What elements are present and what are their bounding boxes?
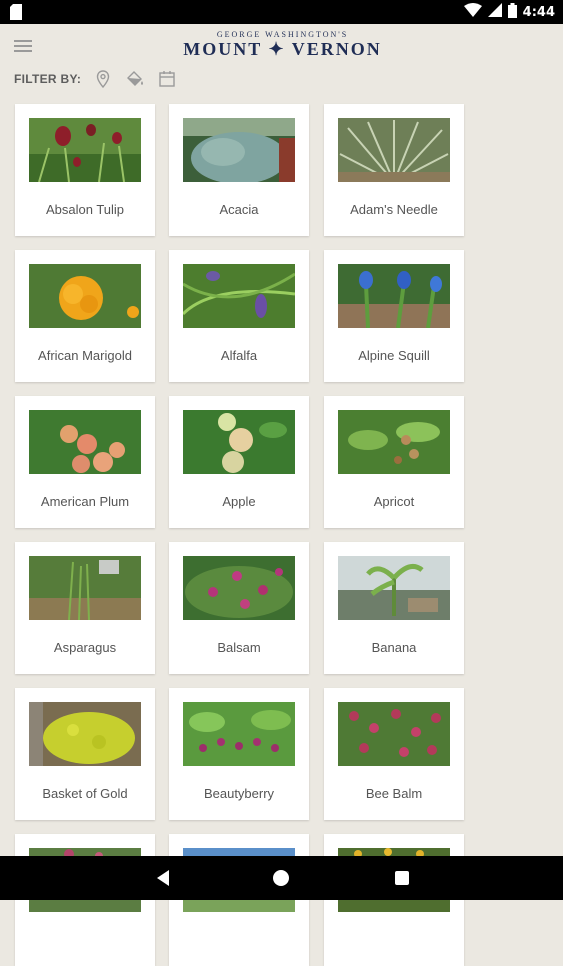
plant-card[interactable]: Apricot	[324, 396, 464, 528]
plant-card[interactable]: African Marigold	[15, 250, 155, 382]
plant-photo	[183, 556, 295, 620]
hamburger-menu-icon[interactable]	[14, 40, 32, 52]
plant-photo	[29, 264, 141, 328]
plant-photo	[183, 702, 295, 766]
plant-photo	[338, 556, 450, 620]
plant-card[interactable]: American Plum	[15, 396, 155, 528]
plant-card[interactable]	[324, 834, 464, 966]
plant-name: Balsam	[217, 640, 261, 655]
plant-photo	[183, 264, 295, 328]
plant-name: Adam's Needle	[350, 202, 438, 217]
sd-card-icon	[10, 4, 24, 20]
plant-card[interactable]	[169, 834, 309, 966]
recents-icon[interactable]	[394, 870, 410, 891]
mount-vernon-logo: GEORGE WASHINGTON'S MOUNT ✦ VERNON	[180, 30, 385, 60]
plant-name: American Plum	[40, 494, 130, 509]
plant-card[interactable]: Basket of Gold	[15, 688, 155, 820]
back-icon[interactable]	[153, 868, 171, 893]
filter-label: FILTER BY:	[14, 72, 82, 86]
status-bar: 4:44	[0, 0, 563, 24]
plant-card[interactable]	[15, 834, 155, 966]
plant-name: Absalon Tulip	[45, 202, 125, 217]
plant-photo	[183, 410, 295, 474]
plant-photo	[338, 410, 450, 474]
plant-photo	[183, 118, 295, 182]
plant-name: Beautyberry	[203, 786, 275, 801]
plant-photo	[29, 118, 141, 182]
home-icon[interactable]	[272, 869, 290, 892]
plant-photo	[29, 702, 141, 766]
plant-card[interactable]: Acacia	[169, 104, 309, 236]
plant-photo	[338, 702, 450, 766]
app-bar: GEORGE WASHINGTON'S MOUNT ✦ VERNON	[0, 24, 563, 66]
plant-card[interactable]: Balsam	[169, 542, 309, 674]
plant-name: African Marigold	[38, 348, 132, 363]
plant-card[interactable]: Beautyberry	[169, 688, 309, 820]
calendar-icon[interactable]	[157, 69, 177, 89]
location-pin-icon[interactable]	[93, 69, 113, 89]
plant-card[interactable]: Banana	[324, 542, 464, 674]
plant-name: Acacia	[219, 202, 259, 217]
plant-name: Bee Balm	[365, 786, 423, 801]
plant-name: Apple	[222, 494, 256, 509]
plant-name: Asparagus	[53, 640, 117, 655]
plant-card[interactable]: Absalon Tulip	[15, 104, 155, 236]
wifi-icon	[463, 3, 482, 21]
plant-photo	[338, 264, 450, 328]
plant-card[interactable]: Alpine Squill	[324, 250, 464, 382]
plant-card[interactable]: Bee Balm	[324, 688, 464, 820]
plant-name: Alpine Squill	[358, 348, 430, 363]
plant-card[interactable]: Adam's Needle	[324, 104, 464, 236]
plant-photo	[29, 410, 141, 474]
battery-icon	[507, 2, 517, 22]
plant-photo	[338, 118, 450, 182]
logo-subtitle: GEORGE WASHINGTON'S	[216, 30, 349, 39]
plant-name: Basket of Gold	[42, 786, 128, 801]
signal-icon	[487, 3, 502, 21]
plant-name: Alfalfa	[220, 348, 258, 363]
plant-photo	[29, 556, 141, 620]
plant-name: Banana	[371, 640, 417, 655]
plant-card[interactable]: Alfalfa	[169, 250, 309, 382]
paint-bucket-icon[interactable]	[125, 69, 145, 89]
status-time: 4:44	[522, 4, 555, 20]
plant-card[interactable]: Asparagus	[15, 542, 155, 674]
plant-name: Apricot	[373, 494, 415, 509]
android-nav-bar	[0, 856, 563, 900]
plant-card[interactable]: Apple	[169, 396, 309, 528]
logo-title: MOUNT ✦ VERNON	[183, 39, 382, 59]
filter-bar: FILTER BY:	[14, 68, 177, 90]
